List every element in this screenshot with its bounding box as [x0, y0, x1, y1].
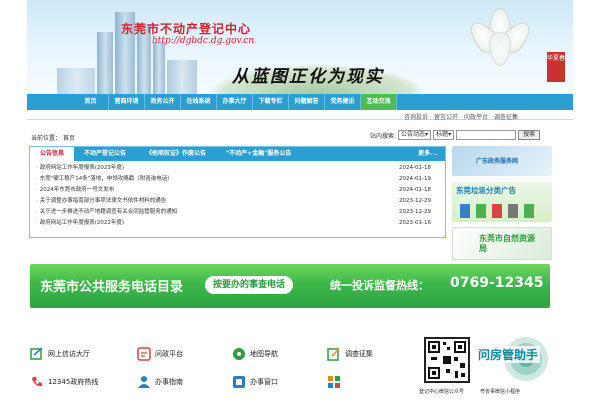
search-field-select[interactable]: 标题 ▾: [433, 130, 455, 140]
quick-link-survey[interactable]: 调查征集: [327, 347, 373, 361]
site-title: 东莞市不动产登记中心: [121, 22, 252, 36]
quick-link-label: 地图导航: [250, 350, 278, 358]
nav-item-downloads[interactable]: 下载专栏: [253, 94, 289, 110]
list-item[interactable]: 关于调整办事指南部分事项法律文书依件材料的通告2023-12-29: [36, 196, 439, 207]
announcement-list: 政府网站工作年度报表(2023年度)2024-01-18 东莞"硬工稳产14条"…: [30, 161, 445, 231]
announcement-box: 公告信息 不动产登记公告 《他项权证》作废公告 "不动产+金融"服务公告 更多.…: [29, 146, 446, 238]
natural-resources-label: 东莞市自然资源局: [479, 234, 535, 253]
search-label: 站内搜索:: [370, 132, 397, 140]
list-item[interactable]: 2024年东莞市政府一号文发布2024-01-18: [36, 185, 439, 196]
quick-link-petition[interactable]: 网上信访大厅: [30, 347, 90, 361]
service-window-icon: [233, 376, 245, 388]
service-guide-icon: [138, 376, 150, 388]
nav-item-interaction[interactable]: 互动交流: [361, 94, 397, 110]
wechat-qr-label: 登记中心微信公众号: [419, 389, 465, 395]
building-shape: [153, 42, 165, 94]
nav-item-online-systems[interactable]: 在线系统: [181, 94, 217, 110]
quick-link-label: 调查征集: [345, 350, 373, 358]
sub-nav-links: 咨询投诉 留言公开 问政平台 调查征集: [404, 112, 518, 121]
breadcrumb-label: 当前位置：: [31, 135, 62, 142]
quick-link-more[interactable]: [327, 375, 341, 389]
search-button[interactable]: 搜索: [518, 130, 541, 140]
magnolia-flower-icon: [464, 6, 537, 76]
garbage-sorting-label: 东莞垃圾分类广告: [456, 186, 516, 195]
site-slogan: 从蓝图正化为现实: [232, 67, 384, 87]
quick-link-label: 办事窗口: [250, 378, 278, 386]
subnav-link-inquiry[interactable]: 问政平台: [464, 112, 488, 121]
phone-directory-tag: 按要办的事查电话: [205, 276, 294, 294]
survey-icon: [327, 348, 340, 361]
grid-apps-icon: [328, 376, 340, 388]
nav-item-service-hall[interactable]: 办事大厅: [217, 94, 253, 110]
more-link[interactable]: 更多...: [418, 147, 437, 161]
quick-link-inquiry-platform[interactable]: 问政平台: [137, 347, 183, 361]
wechat-qr-code: [424, 337, 470, 383]
gov-service-label: 广东政务服务网: [476, 158, 519, 165]
mini-program-title: 问房管助手: [476, 346, 541, 363]
quick-link-label: 办事指南: [155, 378, 183, 386]
breadcrumb-home[interactable]: 首页: [63, 135, 75, 142]
quick-link-12345-hotline[interactable]: 12345政府热线: [30, 375, 98, 389]
natural-resources-banner[interactable]: 东莞市自然资源局: [452, 227, 552, 260]
phone-icon: [32, 377, 42, 387]
seal-stamp: 华夏春: [547, 52, 565, 82]
building-shape: [167, 60, 197, 94]
announcement-tabs: 公告信息 不动产登记公告 《他项权证》作废公告 "不动产+金融"服务公告 更多.…: [30, 147, 445, 161]
tab-registration-notices[interactable]: 不动产登记公告: [74, 147, 136, 161]
complaint-hotline-number: 0769-12345: [450, 275, 544, 291]
garbage-sorting-banner[interactable]: 东莞垃圾分类广告: [452, 182, 552, 222]
site-url[interactable]: http://dgbdc.dg.gov.cn: [152, 36, 254, 46]
mini-program-qr: 问房管助手: [476, 334, 556, 384]
map-navigation-icon: [233, 348, 245, 360]
nav-item-party-building[interactable]: 党务建设: [325, 94, 361, 110]
petition-hall-icon: [30, 347, 43, 360]
list-item[interactable]: 关于进一步推进不动产地籍调查有关合同监管服务的通知2023-12-29: [36, 207, 439, 218]
nav-item-home[interactable]: 首页: [73, 94, 109, 110]
list-item[interactable]: 东莞"硬工稳产14条"落地，申领攻略戳（附咨询电话）2024-01-19: [36, 174, 439, 185]
list-item[interactable]: 政府网站工作年度报表(2022年度)2023-01-16: [36, 218, 439, 229]
hotline-banner[interactable]: 东莞市公共服务电话目录 按要办的事查电话 统一投诉监督热线： 0769-1234…: [30, 264, 550, 308]
main-nav: 首页 营商环境 政务公开 在线系统 办事大厅 下载专栏 问题解答 党务建设 互动…: [27, 94, 573, 110]
site-search: 站内搜索: 公告动态 ▾ 标题 ▾ 搜索: [370, 130, 541, 140]
building-shape: [57, 68, 95, 94]
quick-link-label: 12345政府热线: [48, 378, 99, 386]
tab-finance-service-notices[interactable]: "不动产+金融"服务公告: [216, 147, 301, 161]
quick-link-service-guide[interactable]: 办事指南: [137, 375, 183, 389]
breadcrumb: 当前位置： 首页: [31, 133, 75, 142]
list-item[interactable]: 政府网站工作年度报表(2023年度)2024-01-18: [36, 163, 439, 174]
subnav-link-messages[interactable]: 留言公开: [434, 112, 458, 121]
nav-item-public-affairs[interactable]: 政务公开: [145, 94, 181, 110]
building-shape: [97, 32, 113, 94]
search-input[interactable]: [456, 130, 517, 140]
quick-link-label: 问政平台: [155, 350, 183, 358]
quick-link-map[interactable]: 地图导航: [232, 347, 278, 361]
tab-void-certificate-notices[interactable]: 《他项权证》作废公告: [136, 147, 216, 161]
complaint-hotline-label: 统一投诉监督热线：: [330, 279, 429, 292]
bins-icon: [460, 204, 534, 218]
mini-program-label: 粤省事微信小程序: [480, 389, 521, 395]
tab-notices[interactable]: 公告信息: [30, 147, 75, 161]
inquiry-platform-icon: [137, 347, 151, 361]
subnav-link-survey[interactable]: 调查征集: [494, 112, 518, 121]
phone-directory-title: 东莞市公共服务电话目录: [40, 280, 184, 295]
nav-item-faq[interactable]: 问题解答: [289, 94, 325, 110]
nav-item-business-env[interactable]: 营商环境: [109, 94, 145, 110]
quick-link-label: 网上信访大厅: [48, 350, 90, 358]
search-scope-select[interactable]: 公告动态 ▾: [398, 130, 432, 140]
gov-service-banner[interactable]: 广东政务服务网: [452, 146, 552, 176]
subnav-link-consult[interactable]: 咨询投诉: [404, 112, 428, 121]
quick-link-service-window[interactable]: 办事窗口: [232, 375, 278, 389]
